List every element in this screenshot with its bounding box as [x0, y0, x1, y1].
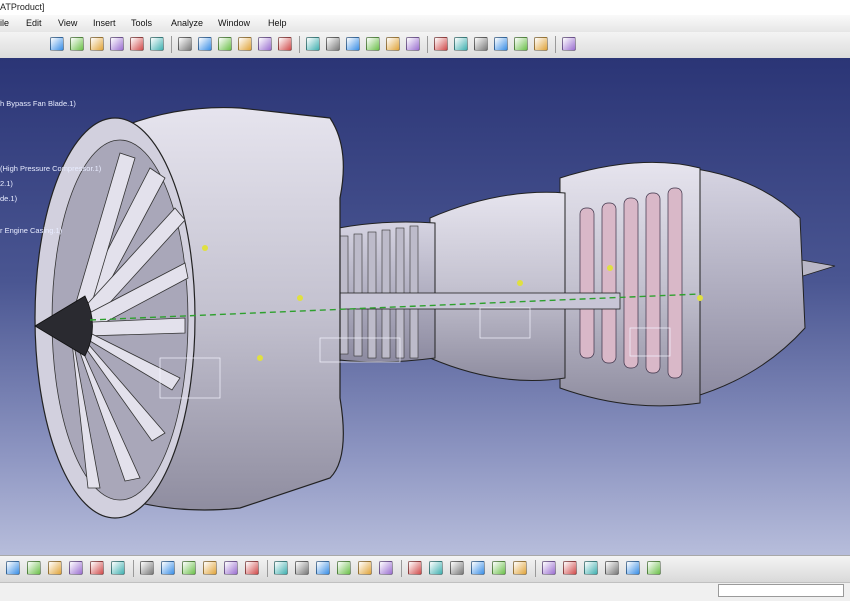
undo-icon[interactable] — [27, 561, 41, 575]
standard-toolbar — [0, 32, 850, 59]
toolbar-separator — [133, 560, 134, 577]
update-icon[interactable] — [514, 37, 528, 51]
snap-icon[interactable] — [306, 37, 320, 51]
3d-viewport[interactable]: h Bypass Fan Blade.1) (High Pressure Com… — [0, 58, 850, 555]
menu-view[interactable]: View — [58, 18, 77, 28]
new-icon[interactable] — [6, 561, 20, 575]
menu-analyze[interactable]: Analyze — [171, 18, 203, 28]
menu-tools[interactable]: Tools — [131, 18, 152, 28]
apply-material-icon[interactable] — [647, 561, 661, 575]
tree-node-engine-casing[interactable]: r Engine Casing.1) — [0, 226, 62, 235]
normal-view-icon[interactable] — [337, 561, 351, 575]
tree-node-3[interactable]: de.1) — [0, 194, 17, 203]
view-left-icon[interactable] — [90, 37, 104, 51]
clash-icon[interactable] — [471, 561, 485, 575]
zoom-out-icon[interactable] — [316, 561, 330, 575]
window-title: ATProduct] — [0, 2, 45, 12]
toolbar-separator — [555, 36, 556, 53]
compass-icon[interactable] — [346, 37, 360, 51]
product-icon[interactable] — [238, 37, 252, 51]
command-input[interactable] — [718, 584, 844, 597]
toolbar-separator — [427, 36, 428, 53]
tree-node-hp-compressor[interactable]: (High Pressure Compressor.1) — [0, 164, 101, 173]
toolbar-separator — [299, 36, 300, 53]
menu-bar: ile Edit View Insert Tools Analyze Windo… — [0, 15, 850, 33]
part-icon[interactable] — [258, 37, 272, 51]
menu-edit[interactable]: Edit — [26, 18, 42, 28]
render-icon[interactable] — [513, 561, 527, 575]
named-views-icon[interactable] — [198, 37, 212, 51]
selection-icon[interactable] — [584, 561, 598, 575]
iso-view-icon[interactable] — [358, 561, 372, 575]
toolbar-separator — [267, 560, 268, 577]
catalog-icon[interactable] — [534, 37, 548, 51]
pan-icon[interactable] — [245, 561, 259, 575]
formula-icon[interactable] — [90, 561, 104, 575]
rotate-icon[interactable] — [274, 561, 288, 575]
toolbar-separator — [401, 560, 402, 577]
tools-icon[interactable] — [562, 37, 576, 51]
table-icon[interactable] — [140, 561, 154, 575]
angle-icon[interactable] — [494, 37, 508, 51]
shading-icon[interactable] — [379, 561, 393, 575]
title-bar: ATProduct] — [0, 0, 850, 15]
assembly-icon[interactable] — [218, 37, 232, 51]
view-iso-icon[interactable] — [178, 37, 192, 51]
bottom-toolbar — [0, 555, 850, 583]
materials-icon[interactable] — [605, 561, 619, 575]
redo-icon[interactable] — [48, 561, 62, 575]
view-back-icon[interactable] — [70, 37, 84, 51]
scene-icon[interactable] — [563, 561, 577, 575]
menu-window[interactable]: Window — [218, 18, 250, 28]
offset-icon[interactable] — [474, 37, 488, 51]
constraint-icon[interactable] — [406, 37, 420, 51]
toolbar-separator — [535, 560, 536, 577]
view-right-icon[interactable] — [110, 37, 124, 51]
zoom-in-icon[interactable] — [295, 561, 309, 575]
move-icon[interactable] — [326, 37, 340, 51]
component-icon[interactable] — [278, 37, 292, 51]
menu-insert[interactable]: Insert — [93, 18, 116, 28]
view-bottom-icon[interactable] — [150, 37, 164, 51]
menu-help[interactable]: Help — [268, 18, 287, 28]
manipulate-icon[interactable] — [366, 37, 380, 51]
hidden-lines-icon[interactable] — [408, 561, 422, 575]
view-top-icon[interactable] — [130, 37, 144, 51]
hide-show-icon[interactable] — [182, 561, 196, 575]
turbofan-engine-model[interactable] — [0, 58, 850, 555]
exhaust-nozzle — [689, 167, 806, 399]
menu-file[interactable]: ile — [0, 18, 9, 28]
section-icon[interactable] — [492, 561, 506, 575]
combustor-casing — [429, 191, 566, 381]
fix-icon[interactable] — [434, 37, 448, 51]
tree-node-fan-blade[interactable]: h Bypass Fan Blade.1) — [0, 99, 76, 108]
measure-item-icon[interactable] — [450, 561, 464, 575]
measure-icon[interactable] — [429, 561, 443, 575]
fit-all-icon[interactable] — [224, 561, 238, 575]
explode-icon[interactable] — [386, 37, 400, 51]
publish-icon[interactable] — [626, 561, 640, 575]
toolbar-separator — [171, 36, 172, 53]
save-management-icon[interactable] — [542, 561, 556, 575]
whats-this-icon[interactable] — [69, 561, 83, 575]
view-front-icon[interactable] — [50, 37, 64, 51]
contact-icon[interactable] — [454, 37, 468, 51]
tree-expand-icon[interactable] — [161, 561, 175, 575]
knowledge-icon[interactable] — [111, 561, 125, 575]
swap-icon[interactable] — [203, 561, 217, 575]
tree-node-2[interactable]: 2.1) — [0, 179, 13, 188]
